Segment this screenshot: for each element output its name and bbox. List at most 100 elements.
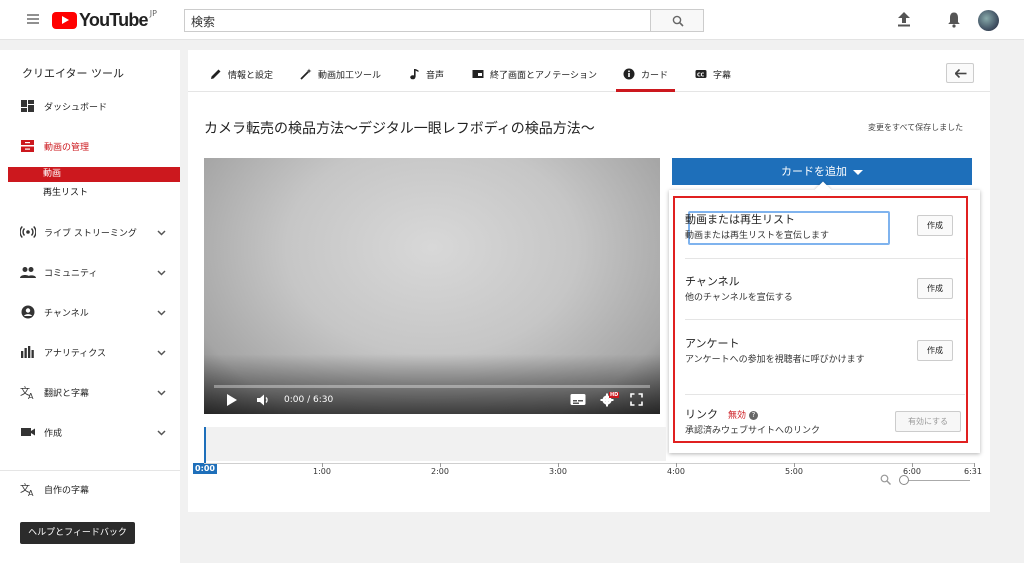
tab-subtitles[interactable]: CC 字幕 <box>695 65 731 83</box>
translate-icon: 文A <box>20 482 34 496</box>
main-panel: 情報と設定 動画加工ツール 音声 終了画面とアノテーション カード CC 字幕 … <box>188 50 990 512</box>
sidebar-item-create[interactable]: 作成 <box>0 422 180 442</box>
sidebar-item-label: 自作の字幕 <box>44 485 90 496</box>
volume-icon[interactable] <box>256 393 270 407</box>
tab-enhancements[interactable]: 動画加工ツール <box>300 65 381 83</box>
sidebar-item-video-manager[interactable]: 動画の管理 <box>0 136 180 156</box>
timeline-tick-label: 1:00 <box>313 467 331 476</box>
info-icon <box>623 68 635 80</box>
player-controls-shade <box>204 354 660 414</box>
sidebar-item-translations[interactable]: 文A 翻訳と字幕 <box>0 382 180 402</box>
bell-icon[interactable] <box>947 11 961 28</box>
card-option-desc: アンケートへの参加を視聴者に呼びかけます <box>685 355 865 365</box>
menu-icon[interactable] <box>27 14 39 24</box>
dashboard-icon <box>21 100 34 112</box>
svg-text:A: A <box>28 392 34 399</box>
sidebar-item-label: ダッシュボード <box>44 102 108 113</box>
sidebar-item-label: アナリティクス <box>44 348 107 359</box>
chevron-down-icon[interactable] <box>157 228 166 237</box>
menu-separator <box>685 319 965 320</box>
zoom-icon <box>880 474 891 485</box>
card-option-title: リンク <box>685 408 718 421</box>
menu-separator <box>685 258 965 259</box>
play-icon[interactable] <box>226 393 238 407</box>
chevron-down-icon[interactable] <box>157 388 166 397</box>
search-button[interactable] <box>650 9 704 32</box>
upload-icon[interactable] <box>897 11 911 27</box>
create-channel-card-button[interactable]: 作成 <box>917 278 953 299</box>
sidebar-item-community[interactable]: コミュニティ <box>0 262 180 282</box>
sidebar-item-label: チャンネル <box>44 308 89 319</box>
sidebar-item-dashboard[interactable]: ダッシュボード <box>0 96 180 116</box>
timeline-playhead[interactable] <box>204 427 206 463</box>
timeline-axis <box>204 463 975 464</box>
search-icon <box>672 15 684 27</box>
help-icon[interactable]: ? <box>749 411 759 420</box>
chevron-down-icon[interactable] <box>157 348 166 357</box>
video-title: カメラ転売の検品方法〜デジタル一眼レフボディの検品方法〜 <box>204 121 595 137</box>
sidebar-subitem-playlists[interactable]: 再生リスト <box>8 186 180 201</box>
timeline-tick-label: 3:00 <box>549 467 567 476</box>
zoom-slider-track[interactable] <box>904 480 970 481</box>
analytics-icon <box>21 346 34 358</box>
timeline-tick-label: 2:00 <box>431 467 449 476</box>
tab-info-settings[interactable]: 情報と設定 <box>210 65 273 83</box>
add-card-menu: 動画または再生リスト 動画または再生リストを宣伝します 作成 チャンネル 他のチ… <box>669 181 980 453</box>
sidebar-item-label: 作成 <box>44 428 63 439</box>
link-status-badge: 無効 <box>728 411 747 421</box>
translate-icon: 文A <box>20 385 34 399</box>
sidebar-item-channel[interactable]: チャンネル <box>0 302 180 322</box>
timeline-tick-label: 5:00 <box>785 467 803 476</box>
region-label: JP <box>149 8 157 18</box>
sidebar-item-label: ライブ ストリーミング <box>44 228 137 239</box>
hd-badge: HD <box>609 392 620 398</box>
chevron-down-icon[interactable] <box>157 428 166 437</box>
tab-label: 動画加工ツール <box>318 70 382 81</box>
search-input[interactable]: 検索 <box>184 9 651 32</box>
pencil-icon <box>211 69 221 79</box>
sidebar-title: クリエイター ツール <box>22 67 125 80</box>
timeline-track[interactable] <box>204 427 666 461</box>
tab-audio[interactable]: 音声 <box>408 65 444 83</box>
sidebar-item-label: コミュニティ <box>44 268 98 279</box>
svg-text:CC: CC <box>697 72 705 78</box>
sidebar-subitem-videos[interactable]: 動画 <box>8 167 180 182</box>
youtube-logo[interactable]: YouTube JP <box>52 8 157 30</box>
card-option-desc: 承認済みウェブサイトへのリンク <box>685 426 821 436</box>
tab-label: 情報と設定 <box>228 70 274 81</box>
camera-icon <box>21 428 35 436</box>
end-screen-icon <box>472 70 484 78</box>
create-poll-card-button[interactable]: 作成 <box>917 340 953 361</box>
video-player[interactable]: 0:00 / 6:30 HD <box>204 158 660 414</box>
sidebar-item-analytics[interactable]: アナリティクス <box>0 342 180 362</box>
tab-label: 字幕 <box>713 70 732 81</box>
video-manager-icon <box>21 140 34 152</box>
video-progress-bar[interactable] <box>214 385 650 388</box>
active-tab-indicator <box>616 89 675 92</box>
card-option-desc: 動画または再生リストを宣伝します <box>685 231 830 241</box>
help-feedback-button[interactable]: ヘルプとフィードバック <box>20 522 135 544</box>
sidebar-item-live[interactable]: ライブ ストリーミング <box>0 222 180 242</box>
fullscreen-icon[interactable] <box>630 393 643 406</box>
top-bar: YouTube JP 検索 <box>0 0 1024 40</box>
enable-link-button[interactable]: 有効にする <box>895 411 961 432</box>
playhead-time: 0:00 <box>193 463 217 474</box>
sidebar-item-my-subtitles[interactable]: 文A 自作の字幕 <box>0 479 180 499</box>
closed-captions-icon: CC <box>695 70 707 78</box>
card-option-desc: 他のチャンネルを宣伝する <box>685 293 793 303</box>
menu-separator <box>685 394 965 395</box>
tab-label: 音声 <box>426 70 445 81</box>
timeline-tick-label: 4:00 <box>667 467 685 476</box>
magic-wand-icon <box>300 68 312 80</box>
back-button[interactable] <box>946 63 974 83</box>
zoom-slider-handle[interactable] <box>899 475 909 485</box>
subtitles-icon[interactable] <box>570 393 586 406</box>
chevron-down-icon[interactable] <box>157 308 166 317</box>
chevron-down-icon[interactable] <box>157 268 166 277</box>
live-icon <box>20 226 36 238</box>
sidebar-item-label: 動画の管理 <box>44 142 90 153</box>
tab-end-screen[interactable]: 終了画面とアノテーション <box>472 65 597 83</box>
create-video-card-button[interactable]: 作成 <box>917 215 953 236</box>
avatar[interactable] <box>978 10 999 31</box>
tab-cards[interactable]: カード <box>623 65 668 83</box>
